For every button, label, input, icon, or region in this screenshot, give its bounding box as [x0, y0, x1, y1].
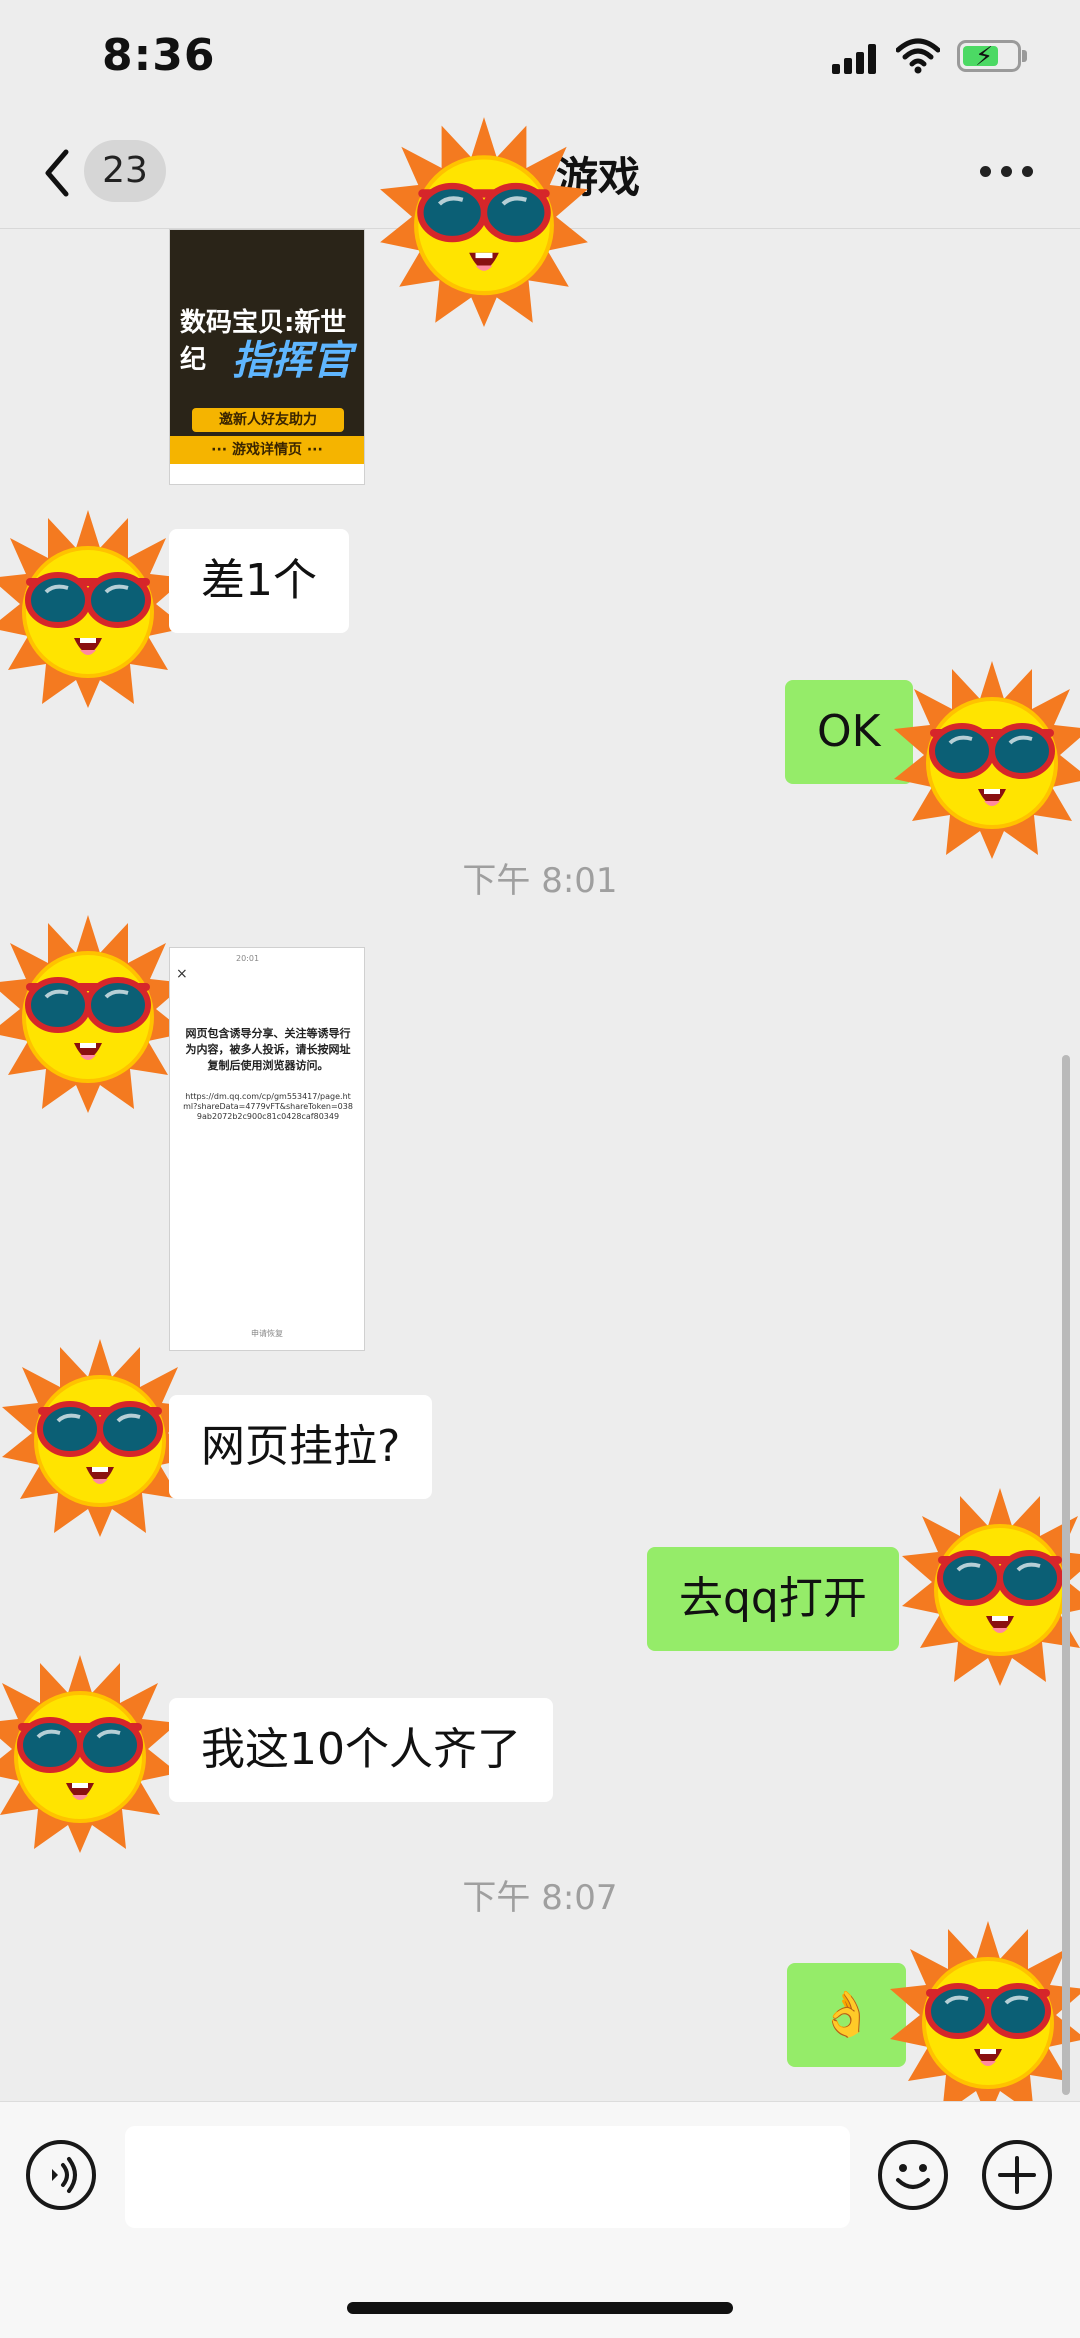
blocked-page-url: https://dm.qq.com/cp/gm553417/page.html?… — [183, 1092, 353, 1121]
plus-icon[interactable] — [982, 2140, 1052, 2210]
sun-with-sunglasses-icon[interactable] — [892, 659, 1080, 859]
message-timestamp: 下午 8:07 — [462, 1878, 618, 1918]
chevron-left-icon[interactable] — [40, 148, 74, 198]
game-card-subtitle: 指挥官 — [232, 338, 352, 384]
more-dots-icon[interactable] — [980, 166, 1034, 180]
game-card-button: 邀新人好友助力 — [192, 408, 344, 432]
message-bubble[interactable]: 去qq打开 — [647, 1547, 899, 1651]
battery-cap — [1022, 50, 1027, 62]
sun-with-sunglasses-icon[interactable] — [888, 1919, 1080, 2101]
scrollbar[interactable] — [1062, 1055, 1070, 2095]
message-bubble[interactable]: 差1个 — [169, 529, 349, 633]
status-time: 8:36 — [102, 30, 216, 81]
game-card-detail-bar: ··· 游戏详情页 ··· — [170, 436, 364, 464]
unread-count-badge[interactable]: 23 — [84, 140, 166, 202]
status-bar: 8:36 ⚡ — [0, 0, 1080, 120]
game-card-footer — [170, 464, 364, 484]
cellular-signal-icon — [832, 44, 876, 74]
sun-with-sunglasses-icon[interactable] — [0, 1653, 180, 1853]
voice-icon[interactable] — [26, 2140, 96, 2210]
close-icon: × — [176, 966, 188, 982]
game-screenshot-image[interactable]: 数码宝贝:新世纪 指挥官 邀新人好友助力 ··· 游戏详情页 ··· — [169, 229, 365, 485]
message-timestamp: 下午 8:01 — [462, 861, 618, 901]
webpage-screenshot-image[interactable]: 20:01 × 网页包含诱导分享、关注等诱导行为内容，被多人投诉，请长按网址复制… — [169, 947, 365, 1351]
message-list[interactable]: 数码宝贝:新世纪 指挥官 邀新人好友助力 ··· 游戏详情页 ··· 差1个 O… — [0, 229, 1080, 2101]
message-bubble[interactable]: 我这10个人齐了 — [169, 1698, 553, 1802]
sun-with-sunglasses-icon[interactable] — [0, 508, 188, 708]
home-indicator[interactable] — [347, 2302, 733, 2314]
smiley-icon[interactable] — [878, 2140, 948, 2210]
wifi-icon — [896, 38, 940, 74]
message-input[interactable] — [125, 2126, 850, 2228]
message-bubble[interactable]: 网页挂拉? — [169, 1395, 433, 1499]
sun-with-sunglasses-icon[interactable] — [0, 913, 188, 1113]
sun-with-sunglasses-icon[interactable] — [900, 1486, 1080, 1686]
blocked-page-warning: 网页包含诱导分享、关注等诱导行为内容，被多人投诉，请长按网址复制后使用浏览器访问… — [185, 1027, 351, 1072]
screenshot-status-time: 20:01 — [236, 954, 260, 963]
charging-bolt-icon: ⚡ — [975, 42, 994, 72]
